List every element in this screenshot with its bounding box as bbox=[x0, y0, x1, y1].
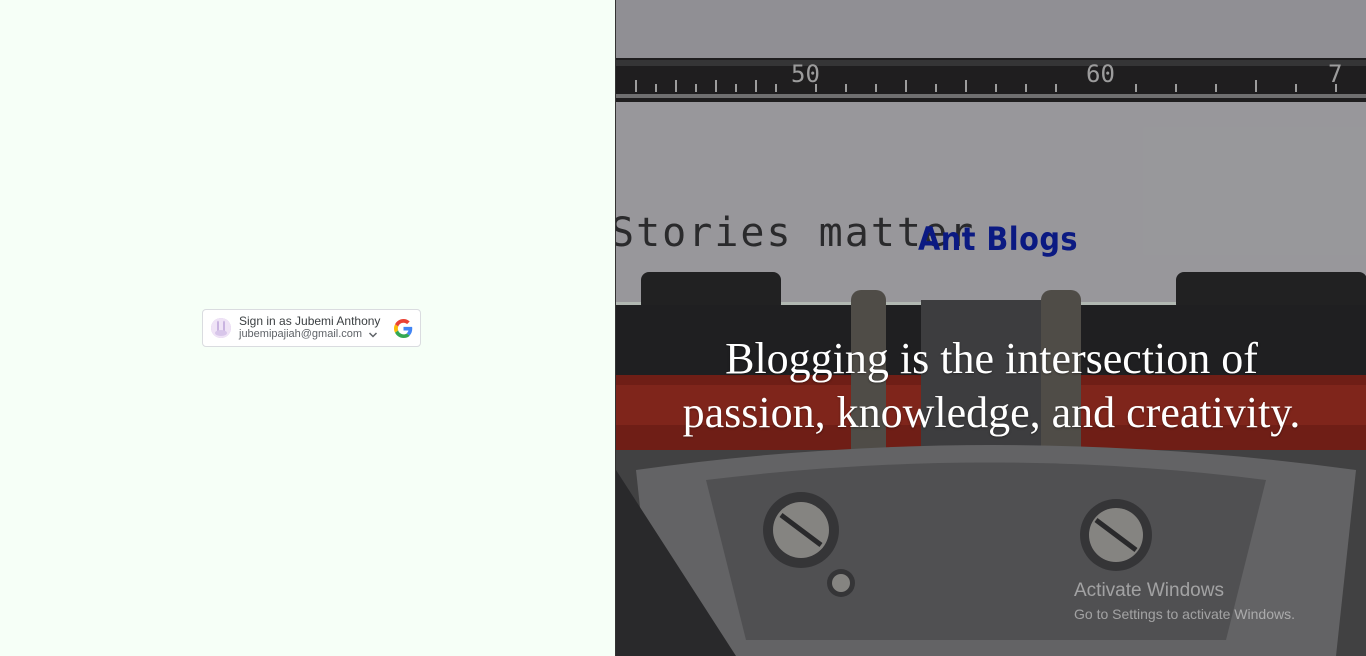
avatar-icon bbox=[211, 318, 231, 338]
signin-email-row: jubemipajiah@gmail.com bbox=[239, 328, 380, 341]
signin-email: jubemipajiah@gmail.com bbox=[239, 328, 363, 340]
site-title[interactable]: Ant Blogs bbox=[918, 220, 1078, 258]
avatar bbox=[211, 318, 231, 338]
tagline-line-2: passion, knowledge, and creativity. bbox=[682, 388, 1301, 437]
left-pane: Sign in as Jubemi Anthony jubemipajiah@g… bbox=[0, 0, 615, 656]
chevron-down-icon[interactable] bbox=[368, 330, 378, 340]
hero-dim-overlay bbox=[616, 0, 1366, 656]
google-logo-icon bbox=[394, 319, 413, 338]
watermark-subtitle: Go to Settings to activate Windows. bbox=[1074, 606, 1295, 622]
hero-panel: Stories matter 50 60 7 Ant Blogs Bloggin… bbox=[615, 0, 1366, 656]
tagline-line-1: Blogging is the intersection of bbox=[725, 334, 1258, 383]
windows-activation-watermark: Activate Windows Go to Settings to activ… bbox=[1074, 580, 1295, 622]
signin-label: Sign in as Jubemi Anthony bbox=[239, 314, 381, 328]
google-signin-text: Sign in as Jubemi Anthony jubemipajiah@g… bbox=[239, 315, 380, 341]
google-signin-button[interactable]: Sign in as Jubemi Anthony jubemipajiah@g… bbox=[202, 309, 421, 347]
watermark-title: Activate Windows bbox=[1074, 580, 1224, 601]
tagline: Blogging is the intersection of passion,… bbox=[616, 332, 1366, 440]
